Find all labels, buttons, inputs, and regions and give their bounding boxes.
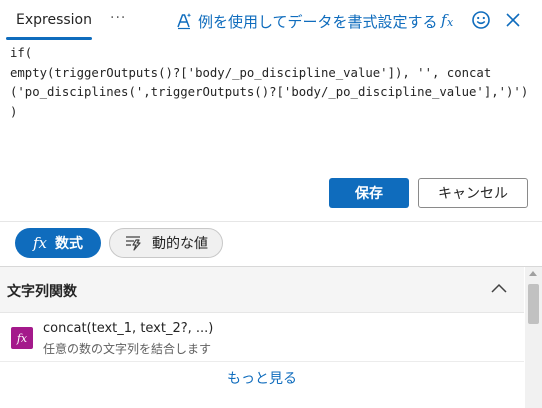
code-line: ('po_disciplines(',triggerOutputs()?['bo…	[10, 85, 529, 99]
fx-icon[interactable]: f x	[438, 9, 460, 31]
section-header-string-functions[interactable]: 文字列関数	[0, 267, 524, 313]
fx-icon: fx	[33, 234, 48, 252]
more-tabs-button[interactable]: ···	[110, 10, 126, 26]
sparkle-format-icon	[177, 13, 192, 30]
function-panel: 文字列関数 fx concat(text_1, text_2?, ...) 任意…	[0, 266, 542, 408]
cancel-button[interactable]: キャンセル	[418, 178, 528, 208]
chevron-up-icon[interactable]	[490, 281, 508, 295]
divider	[0, 221, 542, 222]
see-more-link[interactable]: もっと見る	[0, 368, 524, 388]
svg-text:x: x	[447, 16, 454, 29]
code-line: empty(triggerOutputs()?['body/_po_discip…	[10, 65, 492, 80]
expression-code[interactable]: if( empty(triggerOutputs()?['body/_po_di…	[10, 44, 528, 122]
dynamic-content-toggle-label: 動的な値	[152, 236, 208, 252]
expression-editor[interactable]: if( empty(triggerOutputs()?['body/_po_di…	[0, 42, 542, 167]
code-line: )	[10, 104, 18, 119]
format-data-by-example-link[interactable]: 例を使用してデータを書式設定する	[176, 10, 438, 32]
function-item-concat[interactable]: fx concat(text_1, text_2?, ...) 任意の数の文字列…	[0, 313, 524, 362]
scrollbar-thumb[interactable]	[528, 284, 539, 324]
dynamic-content-icon	[126, 236, 141, 251]
smiley-feedback-icon[interactable]	[470, 9, 492, 31]
function-signature: concat(text_1, text_2?, ...)	[43, 321, 214, 336]
formula-toggle[interactable]: fx 数式	[15, 228, 101, 258]
tab-selected-indicator	[6, 37, 92, 40]
tab-expression[interactable]: Expression	[0, 0, 92, 40]
pane-header: Expression ··· 例を使用してデータを書式設定する f x	[0, 0, 542, 40]
function-fx-icon: fx	[11, 327, 33, 349]
function-description: 任意の数の文字列を結合します	[43, 342, 212, 356]
format-data-by-example-label: 例を使用してデータを書式設定する	[198, 12, 438, 31]
close-icon[interactable]	[502, 9, 524, 31]
tab-expression-label: Expression	[16, 12, 92, 28]
section-title: 文字列関数	[7, 284, 77, 300]
save-button[interactable]: 保存	[329, 178, 409, 208]
dynamic-content-toggle[interactable]: 動的な値	[109, 228, 223, 258]
code-line: if(	[10, 46, 33, 60]
scrollbar[interactable]	[525, 267, 542, 408]
scroll-up-arrow-icon[interactable]	[529, 271, 537, 276]
formula-toggle-label: 数式	[55, 236, 84, 252]
